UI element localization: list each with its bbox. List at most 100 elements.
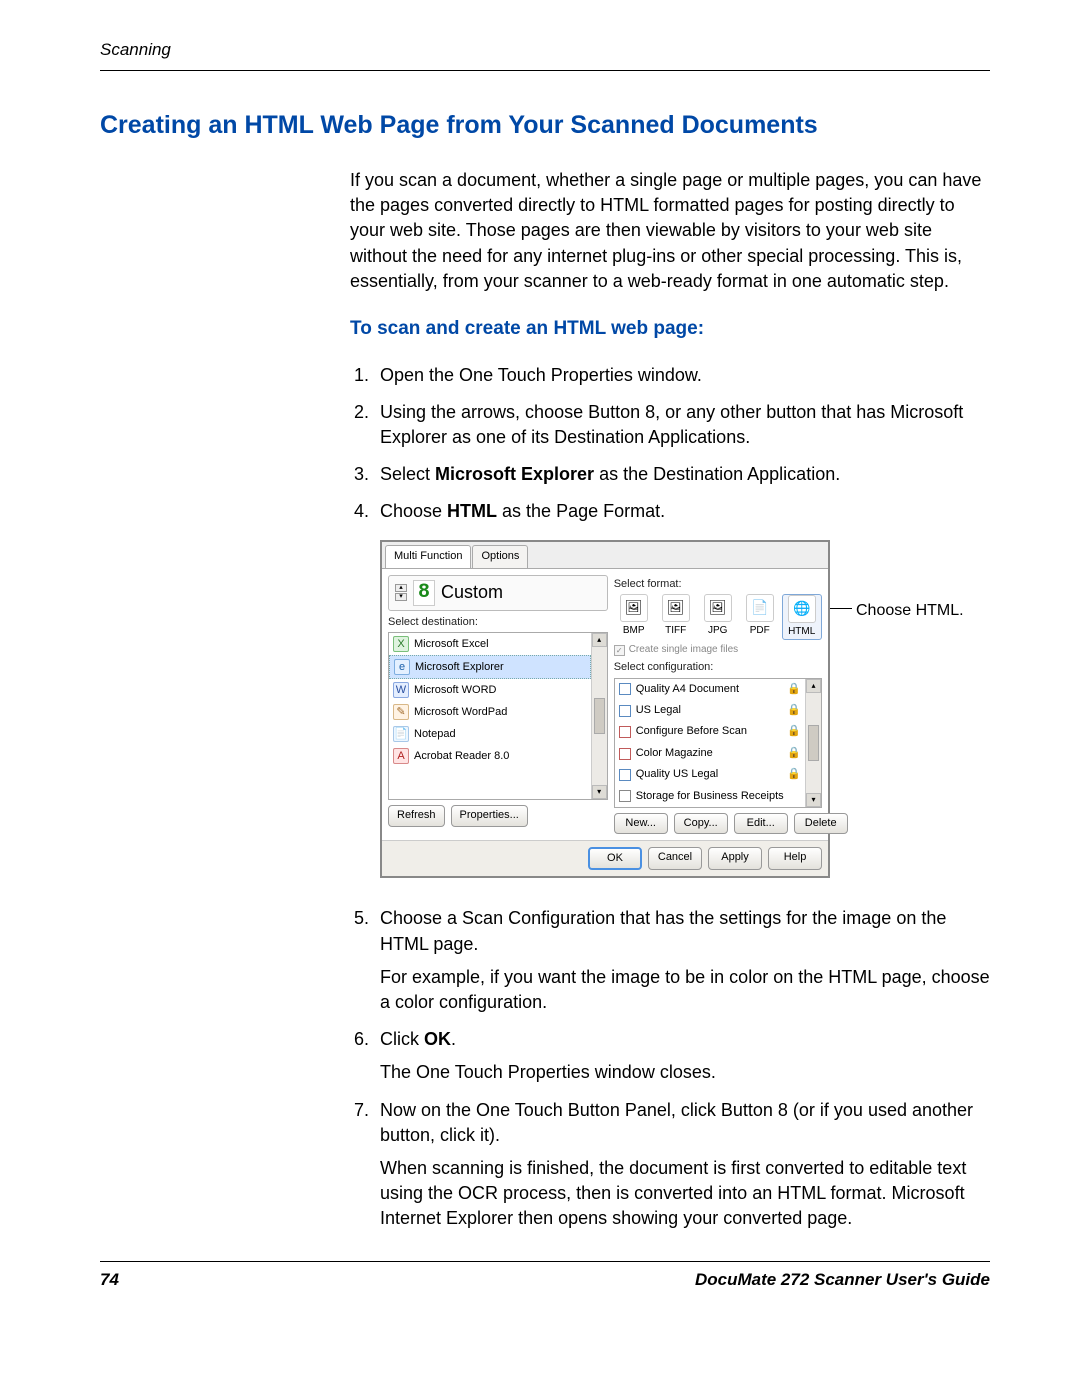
list-item-label: Acrobat Reader 8.0: [414, 749, 509, 764]
callout-label: Choose HTML.: [856, 600, 964, 622]
step-7: Now on the One Touch Button Panel, click…: [374, 1098, 990, 1232]
step-3: Select Microsoft Explorer as the Destina…: [374, 462, 990, 487]
excel-icon: X: [393, 636, 409, 652]
scroll-up-icon[interactable]: ▴: [806, 679, 821, 693]
lock-icon: 🔒: [787, 767, 801, 782]
list-item-label: US Legal: [636, 703, 681, 718]
destination-listbox[interactable]: X Microsoft Excel eMicrosoft Explorer WMi…: [388, 632, 608, 800]
list-item[interactable]: Quality A4 Document 🔒: [615, 679, 805, 700]
pdf-icon: A: [393, 748, 409, 764]
list-item-label: Quality US Legal: [636, 767, 719, 782]
list-item[interactable]: ✎ Microsoft WordPad: [389, 701, 591, 723]
list-item[interactable]: Storage for Personal Receipts: [615, 807, 805, 808]
tab-multi-function[interactable]: Multi Function: [385, 545, 471, 567]
list-item[interactable]: Quality US Legal 🔒: [615, 764, 805, 785]
ok-button[interactable]: OK: [588, 847, 642, 870]
step-6: Click OK. The One Touch Properties windo…: [374, 1027, 990, 1085]
format-pdf[interactable]: 📄 PDF: [740, 594, 780, 640]
list-item-label: Notepad: [414, 727, 456, 742]
header-section-label: Scanning: [100, 40, 990, 60]
jpg-icon: 🖼: [704, 594, 732, 622]
list-item-label: Microsoft Excel: [414, 637, 489, 652]
intro-paragraph: If you scan a document, whether a single…: [350, 168, 990, 294]
step-5: Choose a Scan Configuration that has the…: [374, 906, 990, 1015]
lock-icon: 🔒: [787, 682, 801, 697]
page-number: 74: [100, 1270, 119, 1290]
bmp-icon: 🖼: [620, 594, 648, 622]
wordpad-icon: ✎: [393, 704, 409, 720]
scroll-down-icon[interactable]: ▾: [806, 793, 821, 807]
scrollbar[interactable]: ▴ ▾: [805, 679, 821, 807]
format-bmp[interactable]: 🖼BMP: [614, 594, 654, 640]
config-icon: [619, 769, 631, 781]
button-spinner[interactable]: ▴ ▾: [395, 584, 407, 601]
pdf-format-icon: 📄: [746, 594, 774, 622]
step-6-para: The One Touch Properties window closes.: [380, 1060, 990, 1085]
lock-icon: 🔒: [787, 746, 801, 761]
format-label: HTML: [788, 625, 815, 639]
spinner-up-icon[interactable]: ▴: [395, 584, 407, 592]
page-title: Creating an HTML Web Page from Your Scan…: [100, 111, 990, 140]
step-4: Choose HTML as the Page Format. Multi Fu…: [374, 499, 990, 878]
format-row: 🖼BMP 🖼TIFF 🖼JPG 📄PDF 🌐HTML: [614, 594, 822, 640]
tab-options[interactable]: Options: [472, 545, 528, 567]
list-item[interactable]: US Legal🔒: [615, 700, 805, 721]
step-4-text-c: as the Page Format.: [497, 501, 665, 521]
ie-icon: e: [394, 659, 410, 675]
guide-title: DocuMate 272 Scanner User's Guide: [695, 1270, 990, 1290]
format-label: JPG: [708, 624, 727, 638]
list-item[interactable]: 📄Notepad: [389, 723, 591, 745]
format-html-selected[interactable]: 🌐HTML: [782, 594, 822, 640]
button-name: Custom: [441, 580, 503, 605]
step-3-bold: Microsoft Explorer: [435, 464, 594, 484]
format-jpg[interactable]: 🖼 JPG: [698, 594, 738, 640]
scroll-thumb[interactable]: [808, 725, 819, 761]
list-item[interactable]: X Microsoft Excel: [389, 633, 591, 655]
step-6-text-c: .: [451, 1029, 456, 1049]
step-5-text: Choose a Scan Configuration that has the…: [380, 908, 946, 953]
spinner-down-icon[interactable]: ▾: [395, 593, 407, 601]
scroll-thumb[interactable]: [594, 698, 605, 734]
format-label: TIFF: [665, 624, 686, 638]
footer-rule: [100, 1261, 990, 1262]
list-item-label: Microsoft WORD: [414, 683, 497, 698]
config-listbox[interactable]: Quality A4 Document🔒 US Legal🔒 Configure…: [614, 678, 822, 808]
scroll-up-icon[interactable]: ▴: [592, 633, 607, 647]
config-icon: [619, 683, 631, 695]
edit-button[interactable]: Edit...: [734, 813, 788, 834]
properties-button[interactable]: Properties...: [451, 805, 528, 826]
dialog-figure: Multi Function Options ▴ ▾ 8: [380, 540, 990, 878]
list-item[interactable]: WMicrosoft WORD: [389, 679, 591, 701]
list-item[interactable]: A Acrobat Reader 8.0: [389, 745, 591, 767]
list-item[interactable]: Color Magazine 🔒: [615, 743, 805, 764]
format-tiff[interactable]: 🖼TIFF: [656, 594, 696, 640]
create-single-row: ✓ Create single image files: [614, 643, 822, 657]
list-item-label: Configure Before Scan: [636, 724, 747, 739]
header-rule: [100, 70, 990, 71]
list-item[interactable]: Configure Before Scan🔒: [615, 721, 805, 742]
list-item-selected[interactable]: eMicrosoft Explorer: [389, 655, 591, 679]
new-button[interactable]: New...: [614, 813, 668, 834]
steps-list: Open the One Touch Properties window. Us…: [350, 363, 990, 1232]
scrollbar[interactable]: ▴ ▾: [591, 633, 607, 799]
cancel-button[interactable]: Cancel: [648, 847, 702, 870]
button-selector: ▴ ▾ 8 Custom: [388, 575, 608, 611]
checkbox-icon[interactable]: ✓: [614, 645, 625, 656]
select-format-label: Select format:: [614, 577, 822, 592]
list-item-label: Color Magazine: [636, 746, 713, 761]
format-label: PDF: [750, 624, 770, 638]
step-3-text-c: as the Destination Application.: [594, 464, 840, 484]
list-item-label: Quality A4 Document: [636, 682, 739, 697]
config-icon: [619, 790, 631, 802]
delete-button[interactable]: Delete: [794, 813, 848, 834]
list-item[interactable]: Storage for Business Receipts: [615, 786, 805, 807]
step-5-para: For example, if you want the image to be…: [380, 965, 990, 1015]
select-config-label: Select configuration:: [614, 660, 822, 675]
help-button[interactable]: Help: [768, 847, 822, 870]
apply-button[interactable]: Apply: [708, 847, 762, 870]
scroll-down-icon[interactable]: ▾: [592, 785, 607, 799]
config-icon: [619, 705, 631, 717]
copy-button[interactable]: Copy...: [674, 813, 728, 834]
refresh-button[interactable]: Refresh: [388, 805, 445, 826]
list-item-label: Microsoft WordPad: [414, 705, 507, 720]
